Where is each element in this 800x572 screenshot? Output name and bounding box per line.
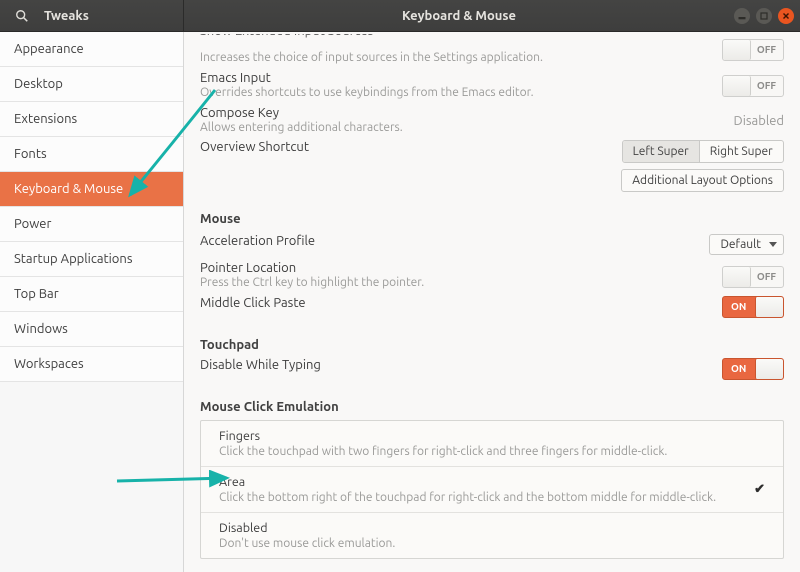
row-acceleration-profile: Acceleration Profile Default <box>200 230 784 259</box>
row-overview-shortcut: Overview Shortcut Left Super Right Super… <box>200 138 784 194</box>
switch-state-label: OFF <box>757 44 776 55</box>
compose-sub: Allows entering additional characters. <box>200 120 722 137</box>
emulation-option-fingers[interactable]: Fingers Click the touchpad with two fing… <box>201 421 783 467</box>
emacs-switch[interactable]: OFF <box>722 75 784 97</box>
disable-typing-label: Disable While Typing <box>200 358 710 372</box>
accel-profile-dropdown[interactable]: Default <box>709 234 784 255</box>
emulation-title: Disabled <box>219 521 765 535</box>
sidebar-item-label: Power <box>14 217 51 231</box>
disable-typing-switch[interactable]: ON <box>722 358 784 380</box>
main: Appearance Desktop Extensions Fonts Keyb… <box>0 32 800 572</box>
overview-shortcut-segmented: Left Super Right Super <box>622 140 784 163</box>
middle-click-label: Middle Click Paste <box>200 296 710 310</box>
sidebar-item-label: Appearance <box>14 42 84 56</box>
emulation-option-disabled[interactable]: Disabled Don't use mouse click emulation… <box>201 513 783 558</box>
page-title: Keyboard & Mouse <box>184 0 734 31</box>
row-compose-key: Compose Key Allows entering additional c… <box>200 104 784 139</box>
sidebar-item-appearance[interactable]: Appearance <box>0 32 183 67</box>
mouse-click-emulation-heading: Mouse Click Emulation <box>200 400 784 414</box>
row-middle-click-paste: Middle Click Paste ON <box>200 294 784 320</box>
emulation-sub: Click the touchpad with two fingers for … <box>219 445 765 458</box>
sidebar-item-label: Top Bar <box>14 287 59 301</box>
touchpad-heading: Touchpad <box>200 338 784 352</box>
sidebar-item-label: Desktop <box>14 77 63 91</box>
switch-state-label: OFF <box>757 271 776 282</box>
sidebar-item-power[interactable]: Power <box>0 207 183 242</box>
extended-sources-switch[interactable]: OFF <box>722 39 784 61</box>
window-controls <box>734 0 800 31</box>
middle-click-switch[interactable]: ON <box>722 296 784 318</box>
extended-sources-label: Show Extended Input Sources <box>200 34 710 38</box>
titlebar: Tweaks Keyboard & Mouse <box>0 0 800 32</box>
row-extended-input-sources: Show Extended Input Sources Increases th… <box>200 32 784 69</box>
extended-sources-sub: Increases the choice of input sources in… <box>200 50 710 67</box>
compose-label: Compose Key <box>200 106 722 120</box>
additional-layout-options-button[interactable]: Additional Layout Options <box>621 169 784 192</box>
sidebar-item-label: Extensions <box>14 112 77 126</box>
pointer-loc-label: Pointer Location <box>200 261 710 275</box>
pointer-loc-sub: Press the Ctrl key to highlight the poin… <box>200 275 710 292</box>
mouse-click-emulation-list: Fingers Click the touchpad with two fing… <box>200 420 784 559</box>
emacs-label: Emacs Input <box>200 71 710 85</box>
compose-value[interactable]: Disabled <box>734 114 784 128</box>
row-pointer-location: Pointer Location Press the Ctrl key to h… <box>200 259 784 294</box>
check-icon: ✔ <box>754 482 765 497</box>
sidebar-item-label: Windows <box>14 322 68 336</box>
emulation-option-area[interactable]: Area Click the bottom right of the touch… <box>201 467 783 513</box>
emulation-title: Fingers <box>219 429 765 443</box>
sidebar-item-windows[interactable]: Windows <box>0 312 183 347</box>
chevron-down-icon <box>769 242 777 247</box>
emulation-sub: Click the bottom right of the touchpad f… <box>219 491 744 504</box>
sidebar-item-fonts[interactable]: Fonts <box>0 137 183 172</box>
segment-right-super[interactable]: Right Super <box>700 141 783 162</box>
sidebar-item-workspaces[interactable]: Workspaces <box>0 347 183 382</box>
app-title: Tweaks <box>44 9 89 23</box>
emacs-sub: Overrides shortcuts to use keybindings f… <box>200 85 710 102</box>
emulation-title: Area <box>219 475 744 489</box>
pointer-location-switch[interactable]: OFF <box>722 266 784 288</box>
sidebar-item-label: Startup Applications <box>14 252 132 266</box>
overview-label: Overview Shortcut <box>200 140 609 154</box>
emulation-sub: Don't use mouse click emulation. <box>219 537 765 550</box>
sidebar-item-startup-applications[interactable]: Startup Applications <box>0 242 183 277</box>
sidebar-item-label: Workspaces <box>14 357 84 371</box>
sidebar: Appearance Desktop Extensions Fonts Keyb… <box>0 32 184 572</box>
segment-left-super[interactable]: Left Super <box>623 141 700 162</box>
mouse-heading: Mouse <box>200 212 784 226</box>
sidebar-item-desktop[interactable]: Desktop <box>0 67 183 102</box>
search-icon <box>15 9 29 23</box>
titlebar-left: Tweaks <box>0 0 184 31</box>
switch-state-label: ON <box>731 301 746 312</box>
row-emacs-input: Emacs Input Overrides shortcuts to use k… <box>200 69 784 104</box>
accel-label: Acceleration Profile <box>200 234 697 248</box>
maximize-button[interactable] <box>756 8 772 24</box>
search-button[interactable] <box>8 4 36 28</box>
minimize-button[interactable] <box>734 8 750 24</box>
sidebar-item-label: Keyboard & Mouse <box>14 182 123 196</box>
sidebar-item-label: Fonts <box>14 147 47 161</box>
content-pane: Show Extended Input Sources Increases th… <box>184 32 800 572</box>
switch-state-label: ON <box>731 363 746 374</box>
close-button[interactable] <box>778 8 794 24</box>
sidebar-item-top-bar[interactable]: Top Bar <box>0 277 183 312</box>
switch-state-label: OFF <box>757 80 776 91</box>
sidebar-item-extensions[interactable]: Extensions <box>0 102 183 137</box>
sidebar-item-keyboard-mouse[interactable]: Keyboard & Mouse <box>0 172 183 207</box>
dropdown-value: Default <box>720 238 761 251</box>
row-disable-while-typing: Disable While Typing ON <box>200 356 784 382</box>
